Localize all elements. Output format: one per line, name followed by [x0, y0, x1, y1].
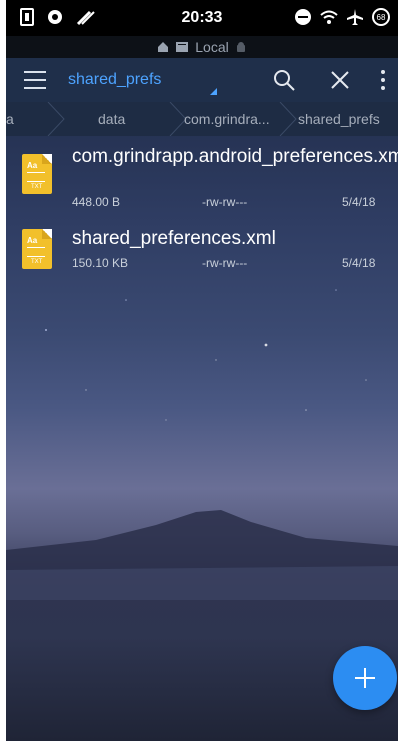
- text-file-icon: Aa TXT: [22, 154, 52, 194]
- battery-icon: 68: [372, 8, 390, 26]
- breadcrumb-item-current[interactable]: shared_prefs: [298, 102, 380, 136]
- file-name: com.grindrapp.android_preferences.xml: [72, 146, 398, 167]
- airplane-icon: [347, 9, 363, 25]
- breadcrumb-separator-icon: [279, 102, 297, 136]
- close-icon[interactable]: [328, 68, 352, 92]
- menu-icon[interactable]: [24, 71, 46, 89]
- home-icon: [158, 42, 169, 52]
- breadcrumb-item[interactable]: com.grindra...: [184, 102, 270, 136]
- breadcrumb-separator-icon: [47, 102, 65, 136]
- text-file-icon: Aa TXT: [22, 229, 52, 269]
- search-icon[interactable]: [272, 68, 296, 92]
- android-icon: [236, 42, 245, 52]
- path-dropdown-icon[interactable]: [210, 88, 217, 95]
- file-size: 150.10 KB: [72, 256, 129, 270]
- file-name: shared_preferences.xml: [72, 228, 276, 249]
- screen: 20:33 68 Local shared_prefs a data com.g…: [6, 0, 398, 741]
- file-size: 448.00 B: [72, 195, 121, 209]
- file-permissions: -rw-rw---: [202, 195, 248, 209]
- add-button[interactable]: [333, 646, 397, 710]
- storage-location-bar: Local: [6, 36, 398, 58]
- file-list-item[interactable]: Aa TXT com.grindrapp.android_preferences.…: [6, 146, 398, 212]
- file-permissions: -rw-rw---: [202, 256, 248, 270]
- location-label: Local: [195, 39, 229, 55]
- breadcrumb: a data com.grindra... shared_prefs: [6, 102, 398, 136]
- file-date: 5/4/18: [342, 195, 376, 209]
- mountain-silhouette: [6, 510, 398, 600]
- status-bar: 20:33 68: [6, 0, 398, 36]
- file-list-item[interactable]: Aa TXT shared_preferences.xml 150.10 KB -…: [6, 226, 398, 276]
- storage-icon: [176, 42, 189, 52]
- more-options-icon[interactable]: [380, 68, 386, 92]
- path-title[interactable]: shared_prefs: [68, 71, 161, 89]
- do-not-disturb-icon: [295, 9, 311, 25]
- file-date: 5/4/18: [342, 256, 376, 270]
- plus-icon: [355, 668, 375, 688]
- battery-level: 68: [376, 12, 386, 22]
- breadcrumb-item[interactable]: a: [6, 102, 14, 136]
- wifi-icon: [320, 10, 338, 24]
- breadcrumb-item[interactable]: data: [98, 102, 125, 136]
